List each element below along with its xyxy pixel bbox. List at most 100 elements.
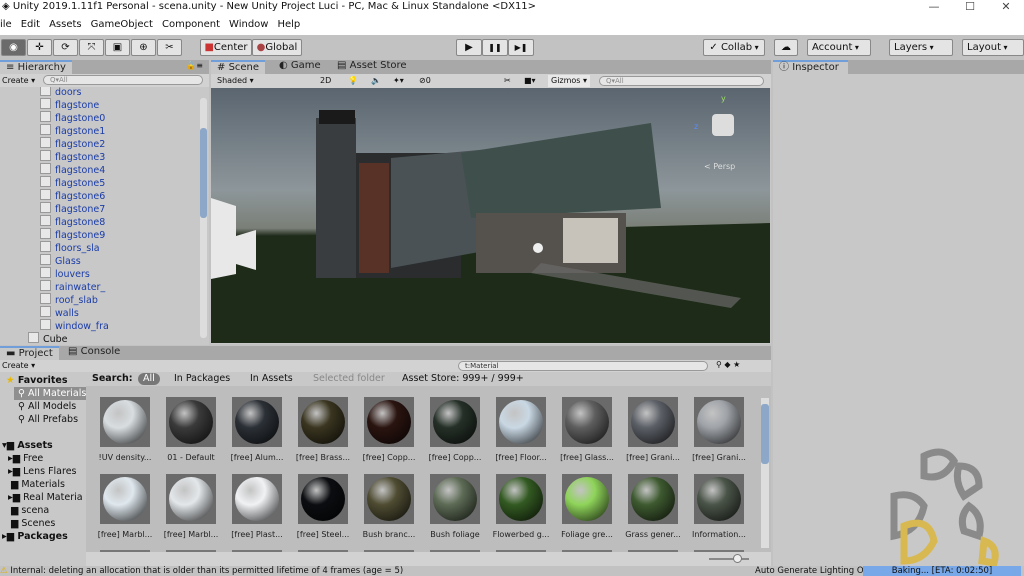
hierarchy-item[interactable]: flagstone6 [40, 189, 105, 202]
grid-scrollbar[interactable] [761, 398, 769, 548]
rotate-tool-button[interactable]: ⟳ [53, 39, 78, 56]
pivot-global-button[interactable]: ●Global [252, 39, 302, 56]
step-button[interactable]: ▶❚ [508, 39, 534, 56]
thumbnail-size-slider[interactable] [709, 554, 749, 563]
asset-folder[interactable]: ▸▆ Real Materia [8, 491, 83, 504]
asset-folder[interactable]: ▆ scena [8, 504, 49, 517]
hierarchy-item[interactable]: flagstone2 [40, 137, 105, 150]
tab-inspector[interactable]: ⓘ Inspector [773, 60, 848, 74]
hierarchy-item[interactable]: flagstone7 [40, 202, 105, 215]
menu-edit[interactable]: Edit [21, 15, 40, 35]
material-item[interactable]: [free] Alum... [227, 397, 287, 462]
play-button[interactable]: ▶ [456, 39, 482, 56]
material-item[interactable]: [free] Plast... [227, 474, 287, 539]
custom-tool-button[interactable]: ✂ [157, 39, 182, 56]
grid-scroll-thumb[interactable] [761, 404, 769, 464]
layers-dropdown[interactable]: Layers [889, 39, 953, 56]
menu-assets[interactable]: Assets [49, 15, 82, 35]
pause-button[interactable]: ❚❚ [482, 39, 508, 56]
asset-folder[interactable]: ▸▆ Free [8, 452, 43, 465]
menu-gameobject[interactable]: GameObject [91, 15, 153, 35]
collab-button[interactable]: ✓ Collab [703, 39, 765, 56]
material-item[interactable]: [free] Grani... [689, 397, 749, 462]
hierarchy-search-input[interactable]: Q▾All [43, 75, 203, 85]
hierarchy-item[interactable]: louvers [40, 267, 90, 280]
minimize-button[interactable]: — [916, 0, 952, 13]
menu-component[interactable]: Component [162, 15, 220, 35]
scope-selected-folder-button[interactable]: Selected folder [313, 372, 385, 386]
material-item[interactable]: Bush branc... [359, 474, 419, 539]
view-tool-button[interactable]: ◉ [1, 39, 26, 56]
material-item[interactable]: [free] Marbl... [95, 474, 155, 539]
hierarchy-scrollbar[interactable] [200, 98, 207, 338]
hierarchy-item[interactable]: flagstone8 [40, 215, 105, 228]
hierarchy-item[interactable]: rainwater_ [40, 280, 105, 293]
packages-folder[interactable]: ▸▆ Packages [2, 530, 68, 543]
hierarchy-item[interactable]: flagstone5 [40, 176, 105, 189]
material-item[interactable]: Flowerbed g... [491, 474, 551, 539]
material-item[interactable]: 01 - Default [161, 397, 221, 462]
lock-icon[interactable]: 🔒≡ [186, 61, 203, 70]
material-item[interactable]: [free] Copp... [425, 397, 485, 462]
tab-scene[interactable]: # Scene [211, 60, 266, 74]
audio-toggle-icon[interactable]: 🔈 [371, 74, 381, 88]
shading-mode-dropdown[interactable]: Shaded [217, 74, 313, 88]
hierarchy-item-cube[interactable]: Cube [28, 332, 68, 345]
asset-folder[interactable]: ▆ Scenes [8, 517, 55, 530]
material-item[interactable]: [free] Glass... [557, 397, 617, 462]
material-item[interactable]: [free] Steel... [293, 474, 353, 539]
tab-game[interactable]: ◐ Game [273, 60, 327, 74]
hierarchy-scroll-thumb[interactable] [200, 128, 207, 218]
scope-packages-button[interactable]: In Packages [174, 372, 230, 386]
layout-dropdown[interactable]: Layout [962, 39, 1024, 56]
scale-tool-button[interactable]: ⤧ [79, 39, 104, 56]
account-dropdown[interactable]: Account [807, 39, 871, 56]
favorite-all-models[interactable]: ⚲ All Models [18, 400, 76, 413]
material-item[interactable]: !UV density... [95, 397, 155, 462]
2d-toggle[interactable]: 2D [320, 74, 331, 88]
assets-folder[interactable]: ▾▆ Assets [2, 439, 53, 452]
material-item[interactable]: [free] Copp... [359, 397, 419, 462]
effects-toggle-icon[interactable]: ✦▾ [393, 74, 404, 88]
favorites-folder[interactable]: ★ Favorites [6, 374, 68, 387]
material-item[interactable]: [free] Marbl... [161, 474, 221, 539]
menu-help[interactable]: Help [277, 15, 300, 35]
hierarchy-item[interactable]: flagstone4 [40, 163, 105, 176]
material-item[interactable]: [free] Grani... [623, 397, 683, 462]
lighting-toggle-icon[interactable]: 💡 [348, 74, 358, 88]
hierarchy-item[interactable]: flagstone1 [40, 124, 105, 137]
scene-search-input[interactable]: Q▾All [599, 76, 764, 86]
project-create-button[interactable]: Create [2, 360, 35, 372]
scope-assets-button[interactable]: In Assets [250, 372, 293, 386]
camera-icon[interactable]: ■▾ [524, 74, 536, 88]
rect-tool-button[interactable]: ▣ [105, 39, 130, 56]
project-search-input[interactable]: t:Material [458, 361, 708, 371]
hierarchy-item[interactable]: flagstone9 [40, 228, 105, 241]
hierarchy-item[interactable]: flagstone0 [40, 111, 105, 124]
filter-icons[interactable]: ⚲ ◆ ★ [716, 360, 740, 369]
move-tool-button[interactable]: ✛ [27, 39, 52, 56]
asset-folder[interactable]: ▸▆ Lens Flares [8, 465, 77, 478]
cloud-button[interactable]: ☁ [774, 39, 798, 56]
projection-label[interactable]: < Persp [704, 162, 735, 171]
material-item[interactable]: Bush foliage [425, 474, 485, 539]
tab-asset-store[interactable]: ▤ Asset Store [331, 60, 413, 74]
material-item[interactable]: [free] Brass... [293, 397, 353, 462]
hidden-objects-count[interactable]: ⊘0 [419, 74, 431, 88]
gizmos-dropdown[interactable]: Gizmos [548, 75, 591, 87]
pivot-center-button[interactable]: ■Center [200, 39, 252, 56]
scene-viewport[interactable]: y z < Persp [211, 88, 770, 343]
material-item[interactable]: [free] Floor... [491, 397, 551, 462]
favorite-all-materials[interactable]: ⚲ All Materials [14, 387, 86, 400]
menu-file[interactable]: ile [0, 15, 12, 35]
maximize-button[interactable]: ☐ [952, 0, 988, 13]
baking-progress[interactable]: Baking... [ETA: 0:02:50] [863, 566, 1021, 576]
transform-tool-button[interactable]: ⊕ [131, 39, 156, 56]
tools-icon[interactable]: ✂ [504, 74, 511, 88]
tab-hierarchy[interactable]: ≡ Hierarchy [0, 60, 72, 74]
scope-all-button[interactable]: All [138, 373, 160, 385]
status-message[interactable]: Internal: deleting an allocation that is… [10, 566, 403, 576]
hierarchy-item[interactable]: flagstone3 [40, 150, 105, 163]
orientation-gizmo[interactable]: y z < Persp [694, 94, 754, 171]
favorite-all-prefabs[interactable]: ⚲ All Prefabs [18, 413, 78, 426]
